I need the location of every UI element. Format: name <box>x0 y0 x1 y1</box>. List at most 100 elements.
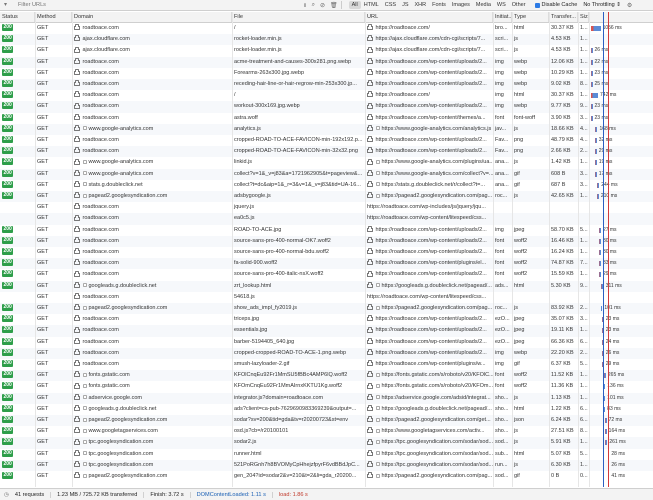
table-row[interactable]: 200 GET roadtoace.com receding-hair-line-or… <box>0 79 653 91</box>
table-row[interactable]: 200 GET www.google-analytics.com collect?v=… <box>0 168 653 180</box>
table-row[interactable]: 200 GET ajax.cloudflare.com rocket-loader.m… <box>0 45 653 56</box>
column-header-initiator[interactable]: Initiat... <box>493 12 512 22</box>
column-divider[interactable] <box>232 12 233 487</box>
table-row[interactable]: 200 GET roadtoace.com source-sans-pro-400-n… <box>0 247 653 258</box>
table-row[interactable]: 200 GET roadtoace.com smush-lazyloader-2.gi… <box>0 359 653 370</box>
cell-transferred: 0 B <box>551 473 560 479</box>
filter-type-css[interactable]: CSS <box>382 1 399 9</box>
table-row[interactable]: 200 GET fonts.gstatic.com KFOmCnqEu92Fr1MmA… <box>0 381 653 392</box>
table-row[interactable]: 200 GET roadtoace.com / https://roadtoace.co… <box>0 90 653 101</box>
column-header-transferred[interactable]: Transfer... <box>549 12 578 22</box>
column-header-size[interactable]: Size <box>578 12 589 22</box>
throttling-select[interactable]: No Throttling ⇕ <box>583 2 621 8</box>
filter-type-js[interactable]: JS <box>399 1 411 9</box>
table-row[interactable]: 200 GET pagead2.googlesyndication.com show_… <box>0 303 653 315</box>
cell-file: acme-treatment-and-causes-300x281.png.we… <box>234 58 352 65</box>
column-divider[interactable] <box>365 12 366 487</box>
cell-size: 3... <box>580 114 588 121</box>
cell-domain: roadtoace.com <box>72 79 232 90</box>
table-row[interactable]: 200 GET roadtoace.com cropped-cropped-ROAD-… <box>0 347 653 359</box>
block-icon[interactable]: ⊘ <box>320 2 325 9</box>
search-icon[interactable]: ⌕ <box>312 2 315 9</box>
table-row[interactable]: 200 GET googleads.g.doubleclick.net zrt_loo… <box>0 280 653 292</box>
column-divider[interactable] <box>549 12 550 487</box>
waterfall-bar <box>599 238 601 244</box>
cell-file: source-sans-pro-400-normal-bdu.woff2 <box>234 249 329 255</box>
cell-initiator: sho... <box>495 428 509 435</box>
table-row[interactable]: 200 GET roadtoace.com triceps.jpg https://ro… <box>0 314 653 325</box>
table-row[interactable]: 200 GET www.google-analytics.com linkid.js h… <box>0 157 653 168</box>
column-divider[interactable] <box>589 12 590 487</box>
column-header-method[interactable]: Method <box>35 12 72 22</box>
table-row[interactable]: 200 GET www.googletagservices.com osd.js?cb… <box>0 426 653 437</box>
filter-type-xhr[interactable]: XHR <box>411 1 429 9</box>
waterfall-duration: 23 ms <box>594 103 609 110</box>
column-header-type[interactable]: Type <box>512 12 549 22</box>
table-row[interactable]: 200 GET www.google-analytics.com analytics.… <box>0 123 653 135</box>
table-row[interactable]: 200 GET roadtoace.com fa-solid-900.woff2 htt… <box>0 258 653 270</box>
lock-icon <box>367 124 373 132</box>
table-row[interactable]: 200 GET roadtoace.com astra.woff https://roa… <box>0 113 653 124</box>
column-divider[interactable] <box>512 12 513 487</box>
table-row[interactable]: 200 GET roadtoace.com ROAD-TO-ACE.jpg https:… <box>0 225 653 236</box>
table-row[interactable]: 200 GET roadtoace.com barber-5194405_640.jp… <box>0 337 653 348</box>
table-row[interactable]: 200 GET googleads.g.doubleclick.net ads?cli… <box>0 404 653 415</box>
column-header-waterfall[interactable] <box>589 12 653 22</box>
cell-initiator: sho... <box>495 394 509 401</box>
waterfall-bar <box>605 429 607 435</box>
cell-type: js <box>514 428 518 435</box>
disable-cache-checkbox[interactable] <box>534 2 540 8</box>
column-header-file[interactable]: File <box>232 12 365 22</box>
column-header-status[interactable]: Status <box>0 12 35 22</box>
column-divider[interactable] <box>35 12 36 487</box>
filter-type-media[interactable]: Media <box>473 1 494 9</box>
domain-text: pagead2.googlesyndication.com <box>88 305 168 311</box>
filter-type-html[interactable]: HTML <box>361 1 382 9</box>
disable-cache-toggle[interactable]: Disable Cache <box>534 2 577 8</box>
filter-type-fonts[interactable]: Fonts <box>429 1 449 9</box>
pause-icon[interactable]: ॥ <box>303 1 307 9</box>
table-row[interactable]: 200 GET adservice.google.com integrator.js?… <box>0 392 653 404</box>
domain-text: roadtoace.com <box>82 25 119 31</box>
column-divider[interactable] <box>493 12 494 487</box>
table-row[interactable]: 200 GET stats.g.doubleclick.net collect?t=d… <box>0 180 653 191</box>
cell-status: 200 <box>0 169 35 180</box>
request-count: 41 requests <box>9 491 52 498</box>
table-row[interactable]: 200 GET tpc.googlesyndication.com 521PoRGnh… <box>0 459 653 471</box>
column-header-domain[interactable]: Domain <box>72 12 232 22</box>
cell-domain: roadtoace.com <box>72 146 232 157</box>
table-row[interactable]: GET roadtoace.com jquery.js https://roadtoa… <box>0 202 653 213</box>
table-row[interactable]: GET roadtoace.com ea0c5.js https://roadtoac… <box>0 213 653 225</box>
table-row[interactable]: 200 GET fonts.gstatic.com KFOlCnqEu92Fr1MmS… <box>0 370 653 382</box>
table-row[interactable]: 200 GET tpc.googlesyndication.com runner.ht… <box>0 449 653 460</box>
table-row[interactable]: 200 GET roadtoace.com cropped-ROAD-TO-ACE-F… <box>0 135 653 146</box>
table-row[interactable]: 200 GET roadtoace.com cropped-ROAD-TO-ACE-F… <box>0 146 653 158</box>
table-row[interactable]: 200 GET pagead2.googlesyndication.com gen_2… <box>0 471 653 482</box>
table-row[interactable]: 200 GET roadtoace.com acme-treatment-and-ca… <box>0 56 653 68</box>
filter-type-all[interactable]: All <box>348 1 361 9</box>
column-header-url[interactable]: URL <box>365 12 493 22</box>
cell-method: GET <box>37 417 49 423</box>
column-divider[interactable] <box>578 12 579 487</box>
table-row[interactable]: 200 GET roadtoace.com / https://roadtoace.co… <box>0 23 653 34</box>
table-row[interactable]: 200 GET tpc.googlesyndication.com sodar2.js… <box>0 437 653 449</box>
column-divider[interactable] <box>72 12 73 487</box>
filter-urls-input[interactable] <box>18 1 303 9</box>
filter-type-ws[interactable]: WS <box>494 1 509 9</box>
table-row[interactable]: 200 GET pagead2.googlesyndication.com sodar… <box>0 415 653 427</box>
filter-type-other[interactable]: Other <box>509 1 529 9</box>
trash-icon[interactable]: 🗑 <box>330 2 338 9</box>
table-row[interactable]: GET roadtoace.com 54618.js https://roadtoac… <box>0 292 653 303</box>
table-row[interactable]: 200 GET roadtoace.com workout-300x169.jpg.w… <box>0 101 653 113</box>
cell-status: 200 <box>0 34 35 45</box>
url-text: https://fonts.gstatic.com/s/roboto/v20/K… <box>381 383 494 390</box>
table-row[interactable]: 200 GET roadtoace.com source-sans-pro-400-i… <box>0 269 653 280</box>
table-row[interactable]: 200 GET roadtoace.com essentials.jpg https:/… <box>0 325 653 337</box>
table-row[interactable]: 200 GET roadtoace.com source-sans-pro-400-n… <box>0 235 653 247</box>
cell-initiator: Fav... <box>495 148 509 155</box>
table-row[interactable]: 200 GET pagead2.googlesyndication.com adsby… <box>0 191 653 203</box>
gear-icon[interactable]: ⚙ <box>627 2 632 9</box>
table-row[interactable]: 200 GET roadtoace.com Forearms-263x300.jpg.… <box>0 68 653 79</box>
filter-type-images[interactable]: Images <box>449 1 473 9</box>
table-row[interactable]: 200 GET ajax.cloudflare.com rocket-loader.m… <box>0 34 653 46</box>
